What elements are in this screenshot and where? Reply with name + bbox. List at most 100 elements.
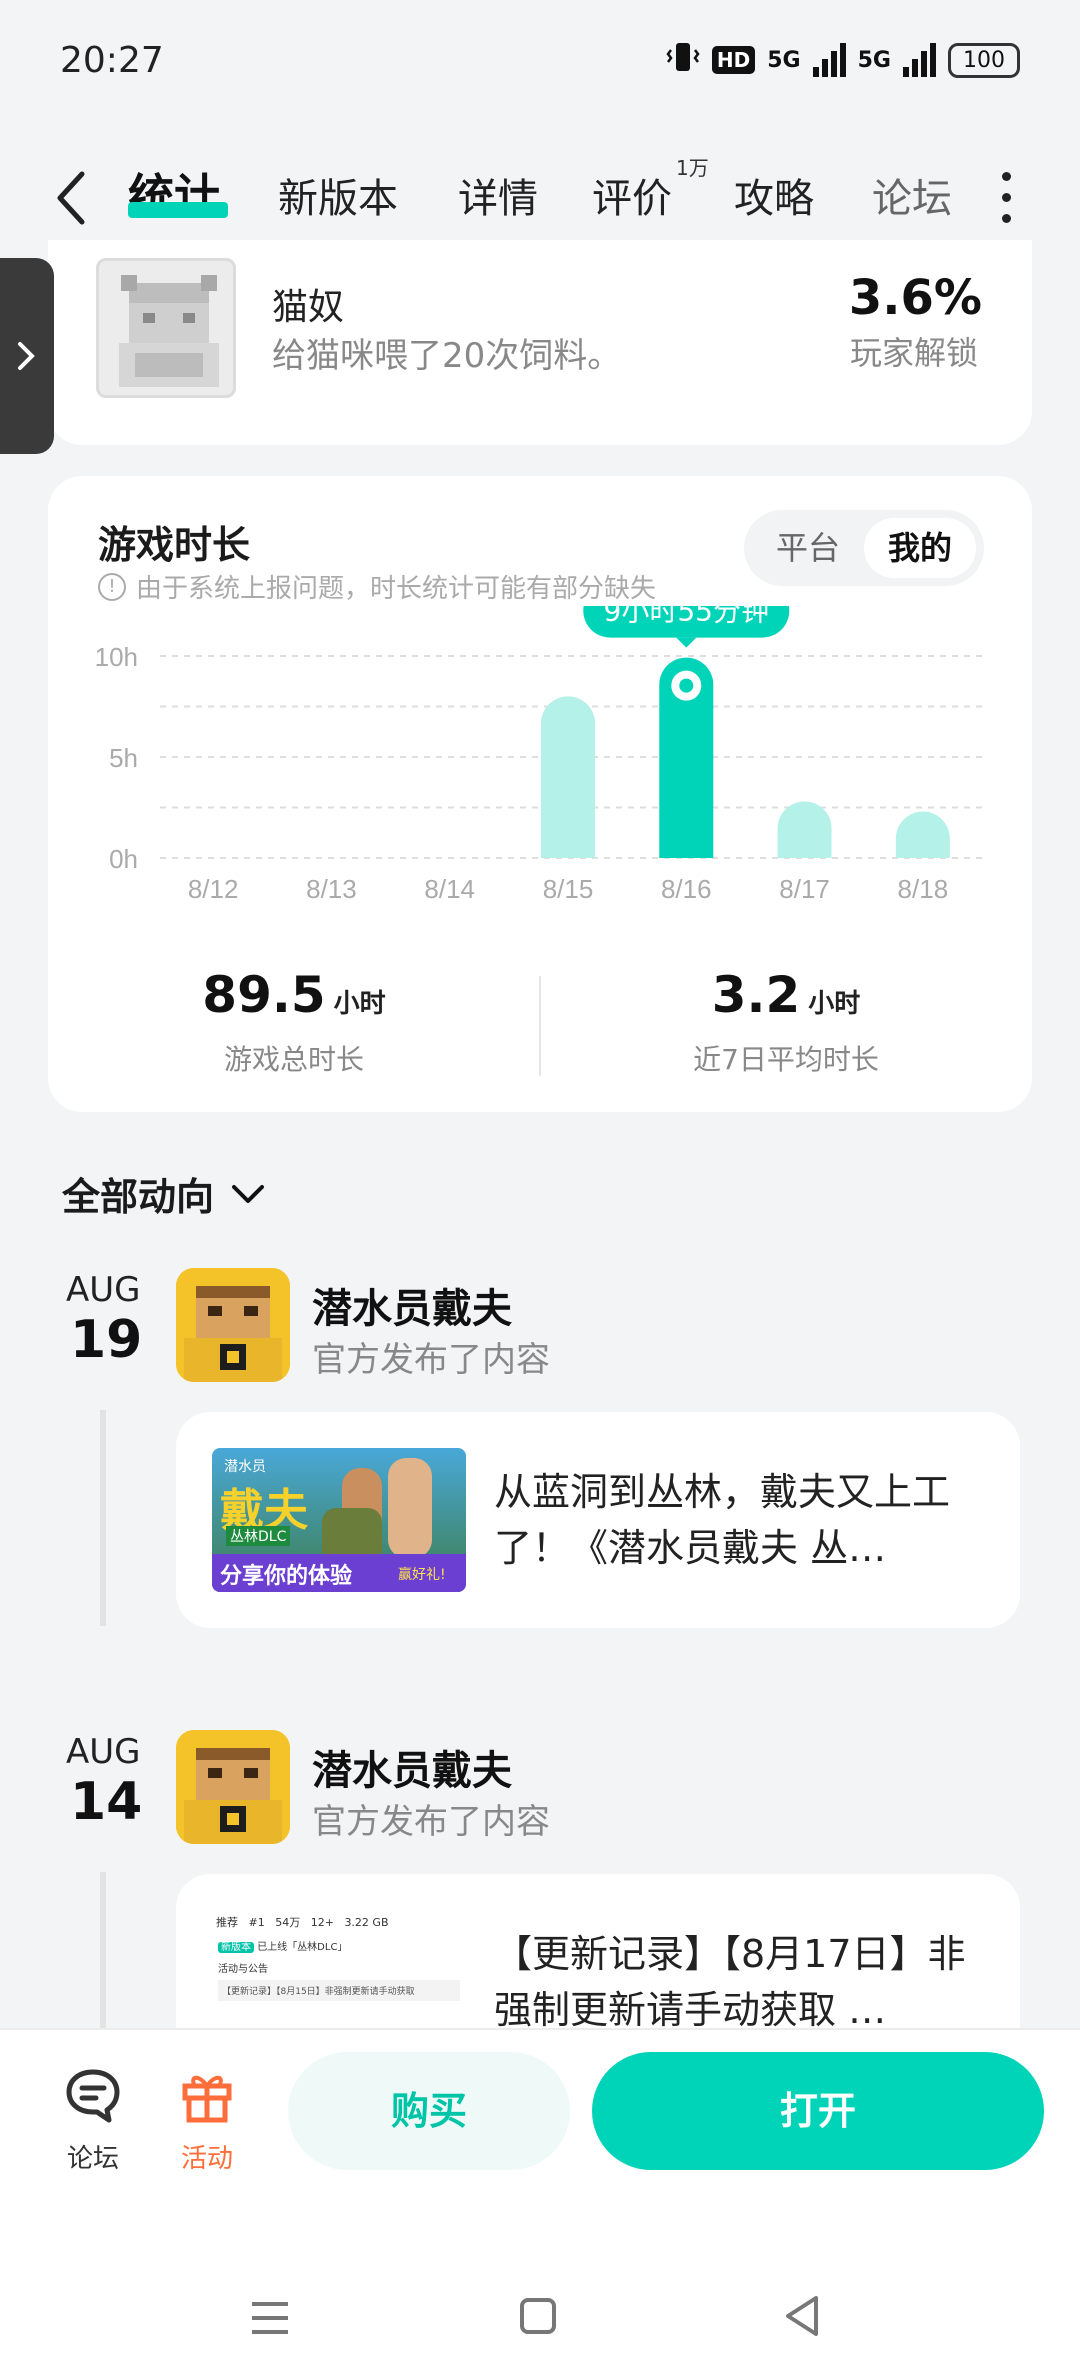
more-icon[interactable] bbox=[1002, 172, 1012, 226]
vibrate-icon bbox=[666, 40, 700, 80]
post-card[interactable]: 潜水员 戴夫 丛林DLC 分享你的体验 赢好礼! 从蓝洞到丛林，戴夫又上工了！《… bbox=[176, 1412, 1020, 1628]
toggle-platform[interactable]: 平台 bbox=[752, 518, 864, 578]
timeline-line bbox=[100, 1872, 106, 2032]
forum-button[interactable]: 论坛 bbox=[48, 2066, 138, 2175]
thumb-sub-title: 丛林DLC bbox=[226, 1526, 291, 1546]
thumb-stat: 12+ bbox=[310, 1916, 334, 1929]
total-playtime: 89.5 小时 游戏总时长 bbox=[48, 966, 540, 1078]
side-drawer-handle[interactable] bbox=[0, 258, 54, 454]
author-avatar[interactable] bbox=[176, 1730, 290, 1844]
hd-badge: HD bbox=[711, 46, 756, 74]
battery-indicator: 100 bbox=[948, 42, 1020, 78]
playtime-note: ! 由于系统上报问题，时长统计可能有部分缺失 bbox=[98, 568, 656, 605]
thumb-stat: 54万 bbox=[275, 1916, 301, 1929]
post-thumbnail: 潜水员 戴夫 丛林DLC 分享你的体验 赢好礼! bbox=[212, 1448, 466, 1592]
back-arrow-icon[interactable] bbox=[52, 168, 92, 228]
status-time: 20:27 bbox=[60, 40, 164, 81]
platform-toggle: 平台 我的 bbox=[744, 510, 984, 586]
thumb-line-2-text: 已上线「丛林DLC」 bbox=[257, 1942, 348, 1953]
gift-icon bbox=[182, 2075, 232, 2123]
feed-date-day: 14 bbox=[70, 1772, 143, 1832]
signal-icon-2 bbox=[903, 43, 936, 77]
thumb-tag: 新版本 bbox=[218, 1942, 254, 1953]
playtime-note-text: 由于系统上报问题，时长统计可能有部分缺失 bbox=[136, 574, 657, 604]
post-text: 从蓝洞到丛林，戴夫又上工了！《潜水员戴夫 丛… bbox=[494, 1470, 951, 1570]
active-tab-indicator bbox=[128, 202, 228, 218]
total-playtime-unit: 小时 bbox=[333, 989, 386, 1019]
status-icons: HD 5G 5G 100 bbox=[666, 40, 1020, 80]
toggle-mine[interactable]: 我的 bbox=[864, 518, 976, 578]
thumb-stat: #1 bbox=[248, 1916, 265, 1929]
tab-guides[interactable]: 攻略 bbox=[734, 166, 814, 224]
average-playtime-value: 3.2 bbox=[711, 966, 801, 1024]
feed-date-day: 19 bbox=[70, 1310, 143, 1370]
chart-x-tick: 8/14 bbox=[424, 874, 475, 904]
menu-icon[interactable] bbox=[250, 2300, 290, 2336]
achievement-percent-label: 玩家解锁 bbox=[849, 334, 978, 372]
chart-callout-label: 9小时55分钟 bbox=[604, 606, 769, 628]
thumb-line-4: 【更新记录】【8月15日】非强制更新请手动获取 bbox=[218, 1980, 460, 2001]
average-playtime-label: 近7日平均时长 bbox=[693, 1043, 879, 1076]
thumb-line-3: 活动与公告 bbox=[218, 1964, 268, 1975]
forum-chat-icon bbox=[66, 2069, 120, 2123]
back-nav-icon[interactable] bbox=[782, 2294, 822, 2338]
chart-y-tick: 10h bbox=[95, 642, 138, 672]
total-playtime-label: 游戏总时长 bbox=[223, 1043, 364, 1076]
post-text: 【更新记录】【8月17日】非强制更新请手动获取 … bbox=[494, 1932, 966, 2032]
open-button[interactable]: 打开 bbox=[592, 2052, 1044, 2170]
top-nav: 统计 新版本 详情 评价 攻略 论坛 bbox=[0, 150, 1080, 250]
signal-icon bbox=[812, 43, 846, 77]
chart-y-tick: 0h bbox=[109, 844, 138, 874]
chart-highlight-dot-inner bbox=[679, 678, 694, 693]
tab-reviews[interactable]: 评价 bbox=[592, 166, 672, 224]
buy-button[interactable]: 购买 bbox=[288, 2052, 570, 2170]
thumb-cta: 分享你的体验 bbox=[220, 1564, 353, 1589]
thumb-small-title: 潜水员 bbox=[224, 1459, 266, 1475]
tab-new-version[interactable]: 新版本 bbox=[278, 166, 398, 224]
reviews-count-badge: 1万 bbox=[676, 156, 709, 180]
timeline-line bbox=[100, 1410, 106, 1626]
author-action: 官方发布了内容 bbox=[312, 1802, 550, 1842]
home-icon[interactable] bbox=[518, 2296, 558, 2336]
chevron-right-icon bbox=[18, 342, 35, 370]
achievement-card[interactable]: 猫奴 给猫咪喂了20次饲料。 3.6% 玩家解锁 bbox=[48, 240, 1032, 445]
chart-x-tick: 8/12 bbox=[188, 874, 239, 904]
author-name[interactable]: 潜水员戴夫 bbox=[312, 1738, 512, 1796]
net-label-1: 5G bbox=[767, 47, 801, 73]
tab-forum[interactable]: 论坛 bbox=[872, 166, 952, 224]
author-name[interactable]: 潜水员戴夫 bbox=[312, 1276, 512, 1334]
chart-y-tick: 5h bbox=[109, 743, 138, 773]
status-bar: 20:27 HD 5G 5G 100 bbox=[0, 0, 1080, 130]
achievement-desc: 给猫咪喂了20次饲料。 bbox=[272, 336, 622, 376]
chevron-down-icon bbox=[232, 1184, 265, 1203]
feed-filter-dropdown[interactable]: 全部动向 bbox=[62, 1166, 266, 1221]
tab-details[interactable]: 详情 bbox=[458, 166, 538, 224]
chart-x-tick: 8/17 bbox=[779, 874, 830, 904]
activity-button[interactable]: 活动 bbox=[162, 2066, 252, 2175]
bottom-action-bar: 论坛 活动 购买 打开 bbox=[0, 2028, 1080, 2376]
thumb-line-2: 新版本 已上线「丛林DLC」 bbox=[218, 1938, 347, 1953]
system-nav-bar bbox=[0, 2280, 1080, 2360]
playtime-title: 游戏时长 bbox=[98, 523, 251, 567]
thumb-stat: 3.22 GB bbox=[344, 1916, 389, 1929]
forum-label: 论坛 bbox=[66, 2144, 119, 2174]
achievement-percent: 3.6% bbox=[848, 270, 982, 326]
achievement-icon bbox=[96, 258, 236, 398]
chart-bar bbox=[777, 801, 832, 858]
chart-bar bbox=[895, 811, 950, 858]
playtime-chart: 0h 5h 10h 8/12 8/13 8/14 8/15 9小时55分钟 8/16 8/17 8/… bbox=[95, 606, 988, 904]
chart-x-tick: 8/16 bbox=[661, 874, 712, 904]
author-action: 官方发布了内容 bbox=[312, 1340, 550, 1380]
author-avatar[interactable] bbox=[176, 1268, 290, 1382]
total-playtime-value: 89.5 bbox=[202, 966, 326, 1024]
average-playtime-unit: 小时 bbox=[808, 989, 861, 1019]
feed-date-month: AUG bbox=[66, 1270, 141, 1310]
thumb-stat-label: 推荐 bbox=[216, 1916, 238, 1929]
info-icon: ! bbox=[98, 572, 126, 601]
chart-bar bbox=[541, 696, 595, 858]
chart-x-tick: 8/15 bbox=[543, 874, 594, 904]
chart-x-tick: 8/18 bbox=[898, 874, 949, 904]
feed-filter-label: 全部动向 bbox=[62, 1175, 215, 1219]
playtime-card: 游戏时长 ! 由于系统上报问题，时长统计可能有部分缺失 平台 我的 0h 5h 10… bbox=[48, 476, 1032, 1112]
thumb-cta-2: 赢好礼! bbox=[398, 1567, 446, 1583]
